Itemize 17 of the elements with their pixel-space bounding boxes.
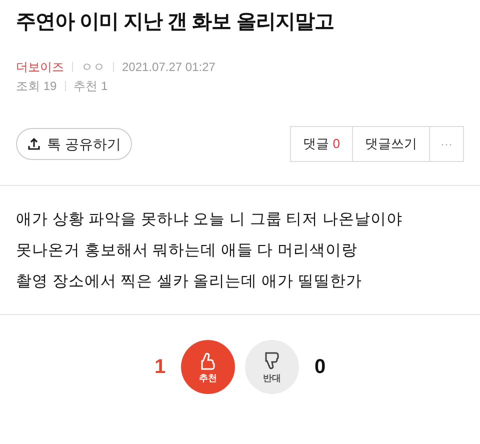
body-line: 애가 상황 파악을 못하냐 오늘 니 그룹 티저 나온날이야: [16, 210, 404, 230]
vote-count: 1: [153, 355, 167, 380]
post-date: 2021.07.27 01:27: [122, 59, 216, 75]
like-button[interactable]: 추천: [181, 340, 235, 394]
vote-count: 0: [313, 355, 327, 380]
view-count: 조회 19: [16, 78, 57, 94]
share-icon: [27, 137, 41, 151]
author-name: ㅇㅇ: [81, 59, 105, 75]
share-button[interactable]: 톡 공유하기: [16, 128, 132, 160]
comments-button[interactable]: 댓글 0: [291, 127, 353, 161]
board-link[interactable]: 더보이즈: [16, 59, 64, 75]
dislike-button[interactable]: 반대: [245, 340, 299, 394]
post-title: 주연아 이미 지난 갠 화보 올리지말고: [16, 10, 335, 35]
recommend-count: 추천 1: [74, 78, 108, 94]
body-line: 못나온거 홍보해서 뭐하는데 애들 다 머리색이랑: [16, 241, 359, 261]
body-line: 촬영 장소에서 찍은 셀카 올리는데 애가 띨띨한가: [16, 272, 363, 292]
write-comment-button[interactable]: 댓글쓰기: [353, 127, 430, 161]
